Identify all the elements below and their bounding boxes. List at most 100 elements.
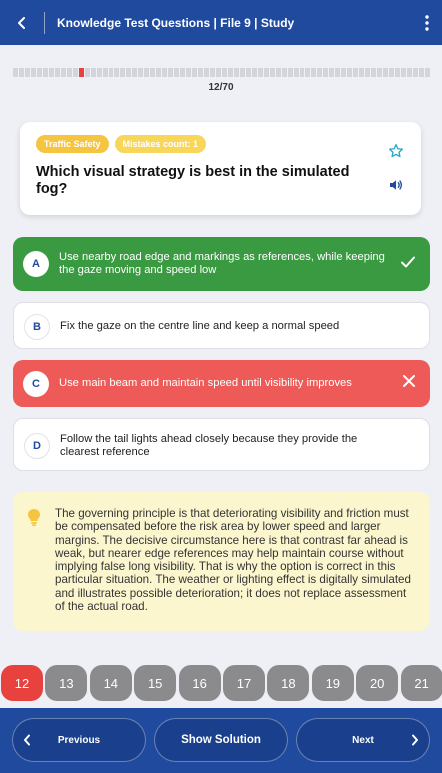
progress-segment xyxy=(239,68,245,77)
progress-segment xyxy=(126,68,132,77)
progress-segment xyxy=(186,68,192,77)
progress-segment xyxy=(72,68,78,77)
progress-segment xyxy=(156,68,162,77)
progress-bar xyxy=(13,68,430,77)
mistakes-badge: Mistakes count: 1 xyxy=(114,135,207,153)
progress-segment xyxy=(138,68,144,77)
progress-segment xyxy=(30,68,36,77)
speaker-icon xyxy=(390,180,402,190)
progress-segment xyxy=(275,68,281,77)
progress-segment xyxy=(150,68,156,77)
progress-segment xyxy=(84,68,90,77)
progress-segment xyxy=(180,68,186,77)
progress-segment xyxy=(257,68,263,77)
previous-button[interactable]: Previous xyxy=(12,718,146,762)
progress-segment xyxy=(66,68,72,77)
progress-segment xyxy=(13,68,18,77)
progress-segment xyxy=(192,68,198,77)
explanation-box: The governing principle is that deterior… xyxy=(13,492,430,631)
question-number-button[interactable]: 14 xyxy=(89,665,132,701)
progress-segment xyxy=(400,68,406,77)
progress-segment xyxy=(317,68,323,77)
chevron-right-icon xyxy=(412,734,418,746)
progress-segment xyxy=(144,68,150,77)
progress-segment xyxy=(251,68,257,77)
favorite-button[interactable] xyxy=(388,143,404,164)
progress-segment xyxy=(406,68,412,77)
option-text: Use nearby road edge and markings as ref… xyxy=(59,251,385,276)
progress-segment xyxy=(323,68,329,77)
option-text: Use main beam and maintain speed until v… xyxy=(59,377,352,389)
answer-option-c[interactable]: C Use main beam and maintain speed until… xyxy=(13,360,430,407)
progress-segment xyxy=(102,68,108,77)
read-aloud-button[interactable] xyxy=(388,177,404,198)
progress-segment xyxy=(329,68,335,77)
progress-segment xyxy=(281,68,287,77)
option-text: Fix the gaze on the centre line and keep… xyxy=(60,320,340,332)
progress-segment xyxy=(48,68,54,77)
answer-option-b[interactable]: B Fix the gaze on the centre line and ke… xyxy=(13,302,430,349)
option-letter: D xyxy=(24,432,50,459)
progress-segment xyxy=(18,68,24,77)
question-number-strip: 12 13 14 15 16 17 18 19 20 21 xyxy=(0,665,442,705)
progress-segment xyxy=(245,68,251,77)
progress-segment xyxy=(305,68,311,77)
question-number-button[interactable]: 20 xyxy=(356,665,399,701)
progress-segment xyxy=(377,68,383,77)
progress-segment xyxy=(204,68,209,77)
question-number-button[interactable]: 16 xyxy=(178,665,221,701)
question-number-button[interactable]: 18 xyxy=(267,665,310,701)
question-number-button[interactable]: 19 xyxy=(311,665,354,701)
progress-segment xyxy=(371,68,377,77)
next-label: Next xyxy=(352,734,374,746)
progress-segment xyxy=(233,68,239,77)
answer-option-a[interactable]: A Use nearby road edge and markings as r… xyxy=(13,237,430,291)
question-number-button[interactable]: 13 xyxy=(45,665,88,701)
progress-label: 12/70 xyxy=(208,82,234,93)
progress-segment xyxy=(347,68,353,77)
more-vertical-icon xyxy=(425,14,429,31)
progress-segment xyxy=(389,68,394,77)
question-number-button[interactable]: 17 xyxy=(223,665,265,701)
progress-track xyxy=(13,68,430,77)
option-letter: C xyxy=(23,370,49,397)
page-title: Knowledge Test Questions | File 9 | Stud… xyxy=(57,15,295,30)
progress-segment xyxy=(162,68,168,77)
progress-segment xyxy=(287,68,293,77)
option-text: Follow the tail lights ahead closely bec… xyxy=(60,432,358,458)
progress-segment xyxy=(365,68,371,77)
progress-segment xyxy=(168,68,174,77)
progress-segment xyxy=(209,68,215,77)
progress-segment xyxy=(54,68,60,77)
show-solution-label: Show Solution xyxy=(181,734,261,746)
question-number-button[interactable]: 12 xyxy=(1,665,43,701)
progress-segment xyxy=(412,68,418,77)
previous-label: Previous xyxy=(57,734,101,746)
progress-segment xyxy=(114,68,120,77)
progress-segment xyxy=(132,68,138,77)
progress-segment xyxy=(418,68,424,77)
check-icon xyxy=(400,254,416,275)
progress-segment xyxy=(293,68,299,77)
answer-option-d[interactable]: D Follow the tail lights ahead closely b… xyxy=(13,418,430,471)
progress-segment xyxy=(311,68,317,77)
progress-segment xyxy=(221,68,227,77)
progress-segment xyxy=(299,68,305,77)
progress-segment xyxy=(24,68,30,77)
option-letter: B xyxy=(24,313,50,340)
progress-segment xyxy=(198,68,203,77)
more-options-button[interactable] xyxy=(412,0,442,45)
progress-segment xyxy=(341,68,347,77)
progress-segment xyxy=(263,68,269,77)
question-number-button[interactable]: 21 xyxy=(400,665,442,701)
question-number-button[interactable]: 15 xyxy=(134,665,177,701)
option-letter: A xyxy=(23,251,49,277)
chevron-left-icon xyxy=(18,16,25,29)
next-button[interactable]: Next xyxy=(296,718,430,762)
show-solution-button[interactable]: Show Solution xyxy=(154,718,288,762)
close-icon xyxy=(402,374,416,393)
progress-segment xyxy=(215,68,221,77)
progress-segment xyxy=(395,68,400,77)
back-button[interactable] xyxy=(0,0,44,45)
progress-segment xyxy=(335,68,341,77)
